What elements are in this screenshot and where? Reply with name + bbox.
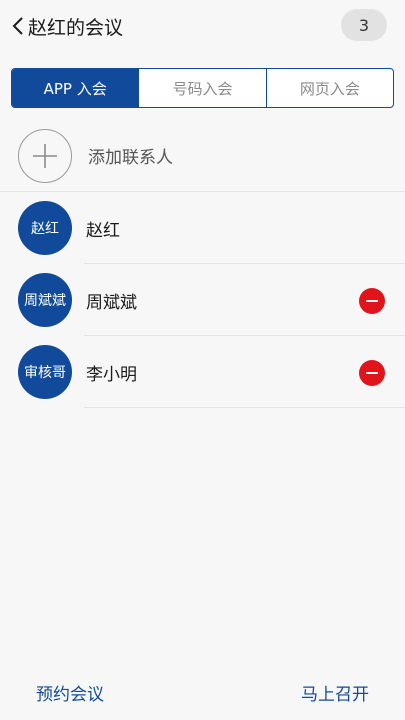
avatar: 审核哥 [18,345,72,399]
participant-name: 周斌斌 [86,292,137,313]
plus-icon [18,128,72,183]
minus-icon [366,299,378,303]
start-meeting-button[interactable]: 马上召开 [301,680,369,705]
add-contact-label: 添加联系人 [88,148,173,168]
tab-web-join[interactable]: 网页入会 [265,69,393,107]
back-button[interactable]: 赵红的会议 [0,0,123,52]
list-item[interactable]: 周斌斌 周斌斌 [0,264,405,336]
page-title: 赵红的会议 [28,16,124,39]
minus-icon [366,371,378,375]
avatar: 赵红 [18,201,72,255]
tab-app-join[interactable]: APP 入会 [12,69,139,107]
participant-name: 李小明 [86,364,137,385]
list-item[interactable]: 赵红 赵红 [0,192,405,264]
participant-count-badge[interactable]: 3 [341,9,387,41]
divider [84,407,405,408]
remove-participant-button[interactable] [359,288,385,314]
participant-name: 赵红 [86,220,120,241]
chevron-left-icon [12,16,24,36]
join-method-tabs: APP 入会 号码入会 网页入会 [11,68,394,108]
schedule-meeting-button[interactable]: 预约会议 [36,680,104,705]
list-item[interactable]: 审核哥 李小明 [0,336,405,408]
avatar: 周斌斌 [18,273,72,327]
add-contact-row[interactable]: 添加联系人 [0,120,405,192]
bottom-action-bar: 预约会议 马上召开 [0,664,405,720]
top-bar: 赵红的会议 3 [0,0,405,52]
remove-participant-button[interactable] [359,360,385,386]
tab-phone-join[interactable]: 号码入会 [138,69,265,107]
participant-list: 赵红 赵红 周斌斌 周斌斌 审核哥 李小明 [0,192,405,408]
